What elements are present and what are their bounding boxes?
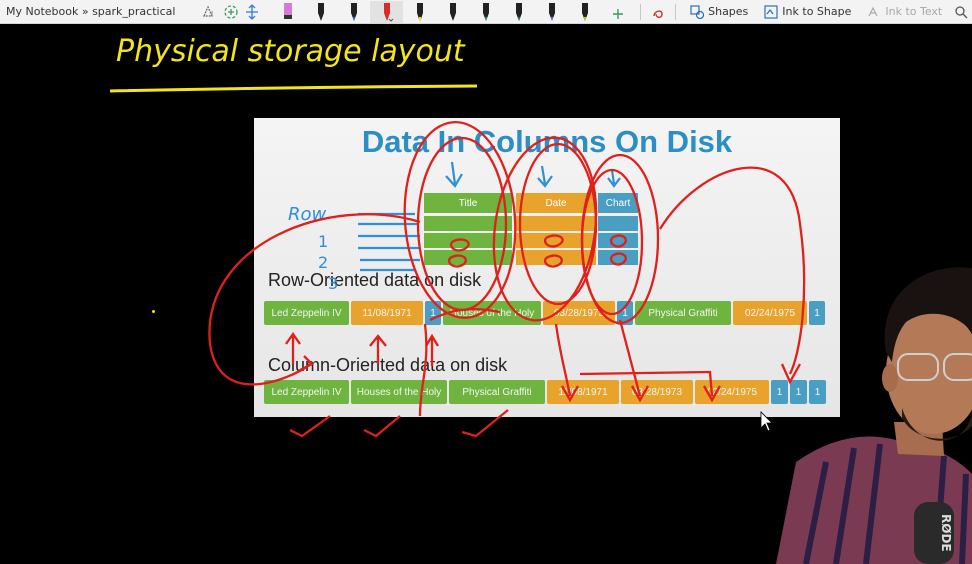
add-space-icon[interactable] <box>220 1 242 23</box>
pen-pink-icon[interactable] <box>271 1 304 23</box>
row-block: 03/28/1973 <box>543 301 615 325</box>
highlighter-yellow-icon[interactable] <box>403 1 436 23</box>
table-header-title: Title <box>424 193 512 213</box>
pen-green-icon[interactable] <box>469 1 502 23</box>
table-cell <box>424 216 512 231</box>
table-cell <box>424 250 512 265</box>
pen-blue-icon[interactable] <box>337 1 370 23</box>
table-header-chart: Chart <box>598 193 638 213</box>
row-block: Houses of the Holy <box>443 301 541 325</box>
column-block: Led Zeppelin IV <box>264 380 349 404</box>
pen-black-icon[interactable] <box>304 1 337 23</box>
toolbar-divider <box>640 3 642 20</box>
note-canvas[interactable]: Physical storage layout Data In Columns … <box>0 24 972 564</box>
table-cell <box>598 250 638 265</box>
row-oriented-label: Row-Oriented data on disk <box>268 270 482 290</box>
shapes-button[interactable]: Shapes <box>682 1 756 23</box>
row-block: Led Zeppelin IV <box>264 301 349 325</box>
table-cell <box>516 250 596 265</box>
slide-title: Data In Columns On Disk <box>361 124 733 159</box>
ink-to-shape-button[interactable]: Ink to Shape <box>756 1 859 23</box>
svg-text:I: I <box>211 10 213 18</box>
ink-to-text-label: Ink to Text <box>885 5 943 18</box>
ink-to-text-icon <box>868 6 878 16</box>
title-underline <box>109 84 478 93</box>
ink-dot <box>152 310 155 313</box>
table-header-date: Date <box>516 193 596 213</box>
slide-image: Data In Columns On Disk Title Date Chart… <box>254 118 840 417</box>
table-cell <box>424 233 512 248</box>
handwritten-title: Physical storage layout <box>109 34 478 93</box>
presenter-video: RØDE <box>776 267 972 564</box>
column-block: 02/24/1975 <box>695 380 769 404</box>
shapes-icon <box>690 4 705 19</box>
breadcrumb[interactable]: My Notebook » spark_practical <box>0 5 198 18</box>
pen-black-2-icon[interactable] <box>436 1 469 23</box>
table-cell <box>516 216 596 231</box>
mic-brand-label: RØDE <box>939 514 953 552</box>
column-block: Physical Graffiti <box>449 380 545 404</box>
column-block: 03/28/1973 <box>621 380 693 404</box>
row-block: Physical Graffiti <box>635 301 731 325</box>
search-icon[interactable] <box>950 1 972 23</box>
lasso-select-icon[interactable]: I <box>198 1 220 23</box>
toolbar-divider <box>675 3 677 20</box>
row-block: 1 <box>425 301 441 325</box>
column-oriented-label: Column-Oriented data on disk <box>268 355 508 375</box>
ink-to-shape-icon <box>764 4 778 19</box>
handwritten-title-text: Physical storage layout <box>116 34 466 69</box>
table-cell <box>598 216 638 231</box>
pen-periwinkle-icon[interactable] <box>535 1 568 23</box>
ink-to-text-button[interactable]: Ink to Text <box>859 1 950 23</box>
column-block: 11/08/1971 <box>547 380 619 404</box>
ink-to-shape-label: Ink to Shape <box>782 5 852 18</box>
shapes-label: Shapes <box>708 5 749 18</box>
row-block: 11/08/1971 <box>351 301 423 325</box>
column-block: Houses of the Holy <box>351 380 447 404</box>
pen-darkgreen-icon[interactable] <box>502 1 535 23</box>
onenote-toolbar: My Notebook » spark_practical I Shapes I… <box>0 0 972 24</box>
table-cell <box>598 233 638 248</box>
pen-palette <box>271 0 634 23</box>
add-pen-icon[interactable] <box>601 1 634 23</box>
pen-red-icon[interactable] <box>370 0 404 23</box>
row-block: 1 <box>617 301 633 325</box>
webcam-overlay: RØDE <box>766 212 972 564</box>
ink-replay-icon[interactable] <box>647 1 669 23</box>
table-cell <box>516 233 596 248</box>
insert-space-icon[interactable] <box>242 1 264 23</box>
highlighter-lime-icon[interactable] <box>568 1 601 23</box>
